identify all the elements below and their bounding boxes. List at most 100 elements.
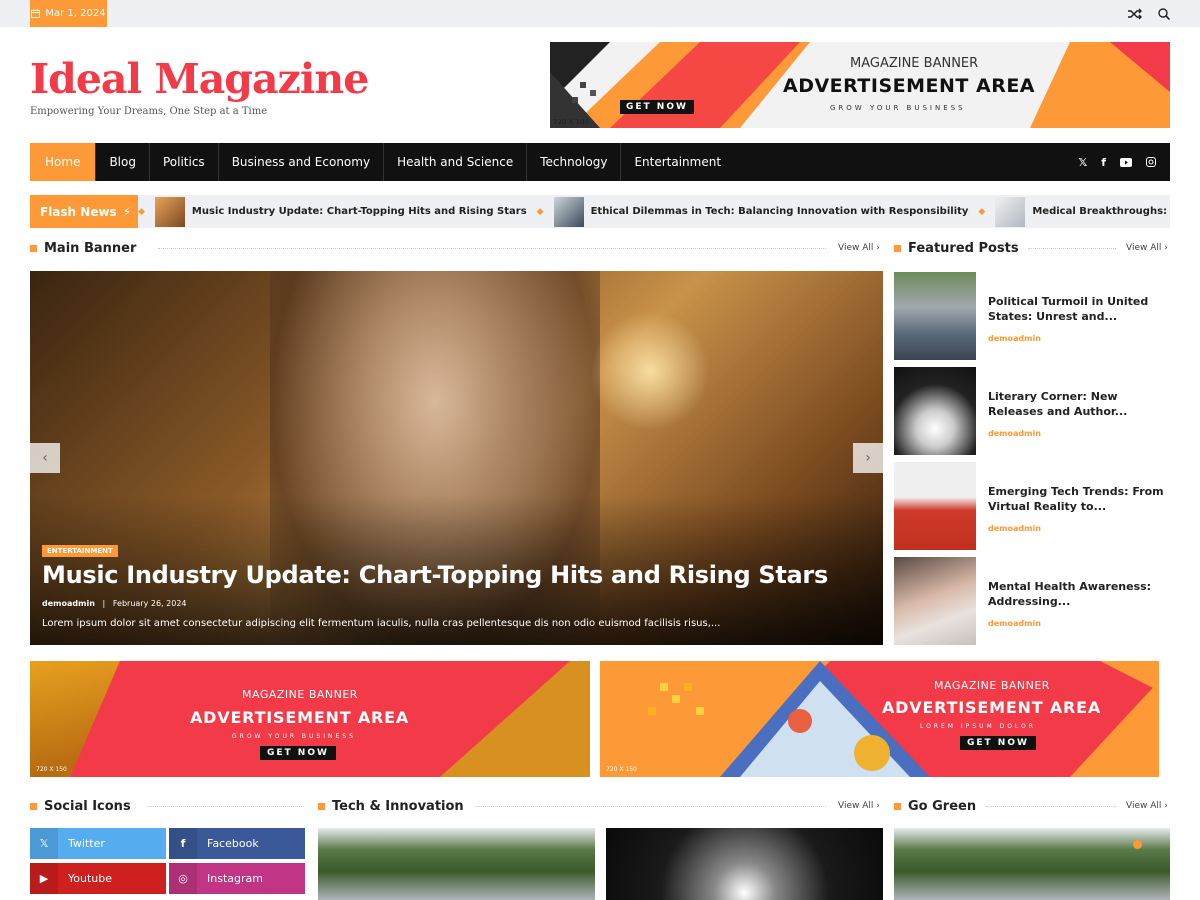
ad-size-label: 720 X 100 <box>553 118 589 126</box>
featured-post[interactable]: Mental Health Awareness: Addressing... d… <box>894 557 1170 645</box>
youtube-icon[interactable] <box>1120 157 1132 167</box>
flash-news-item[interactable]: Music Industry Update: Chart-Topping Hit… <box>154 196 527 227</box>
category-badge[interactable]: ENTERTAINMENT <box>42 545 118 557</box>
news-thumbnail <box>553 196 584 227</box>
ad-heading: ADVERTISEMENT AREA <box>783 75 1036 97</box>
flash-news-item[interactable]: Medical Breakthroughs: Re <box>995 196 1170 227</box>
ad-cta-button[interactable]: GET NOW <box>260 746 336 760</box>
banner-title[interactable]: Music Industry Update: Chart-Topping Hit… <box>42 561 828 589</box>
meta-separator: | <box>102 599 106 608</box>
banner-author[interactable]: demoadmin <box>42 599 95 608</box>
bullet-icon: ◆ <box>978 206 986 217</box>
tech-post-thumbnail[interactable] <box>318 828 595 900</box>
advertisement-banner-right[interactable]: MAGAZINE BANNER ADVERTISEMENT AREA LOREM… <box>600 661 1159 777</box>
social-button-label: Instagram <box>207 872 263 885</box>
current-date: Mar 1, 2024 <box>45 8 106 19</box>
nav-item-health-science[interactable]: Health and Science <box>384 143 528 181</box>
go-green-post-thumbnail[interactable] <box>894 828 1170 900</box>
nav-item-politics[interactable]: Politics <box>150 143 219 181</box>
flash-news-bar: Flash News ⚡ ◆ Music Industry Update: Ch… <box>30 195 1170 228</box>
slider-next-button[interactable]: › <box>853 443 883 473</box>
ad-size-label: 720 X 150 <box>606 766 637 773</box>
section-title-featured-posts: Featured Posts <box>894 241 1019 256</box>
section-marker <box>30 803 37 810</box>
view-all-link[interactable]: View All › <box>838 801 880 811</box>
flash-news-label: Flash News ⚡ <box>30 195 138 228</box>
chevron-right-icon: › <box>876 801 880 811</box>
section-divider <box>476 806 826 807</box>
banner-meta: demoadmin | February 26, 2024 <box>42 599 187 608</box>
section-title-text: Social Icons <box>44 799 131 814</box>
social-button-instagram[interactable]: ◎ Instagram <box>169 863 305 894</box>
site-tagline: Empowering Your Dreams, One Step at a Ti… <box>30 106 268 117</box>
section-title-text: Tech & Innovation <box>332 799 464 814</box>
date-badge: Mar 1, 2024 <box>30 0 107 27</box>
social-button-label: Youtube <box>68 872 112 885</box>
featured-title[interactable]: Literary Corner: New Releases and Author… <box>988 389 1170 419</box>
section-divider <box>158 248 826 249</box>
main-banner-slide[interactable]: ‹ › ENTERTAINMENT Music Industry Update:… <box>30 271 883 645</box>
slider-dot[interactable] <box>1133 840 1142 849</box>
nav-item-entertainment[interactable]: Entertainment <box>621 143 734 181</box>
facebook-icon[interactable]: f <box>1101 156 1106 169</box>
ad-artwork <box>600 661 1159 777</box>
slider-prev-button[interactable]: ‹ <box>30 443 60 473</box>
nav-item-blog[interactable]: Blog <box>96 143 150 181</box>
featured-post[interactable]: Emerging Tech Trends: From Virtual Reali… <box>894 462 1170 550</box>
ad-subheading: LOREM IPSUM DOLOR <box>920 723 1036 730</box>
section-title-tech-innovation: Tech & Innovation <box>318 799 464 814</box>
ad-heading-small: MAGAZINE BANNER <box>850 56 979 71</box>
advertisement-banner-left[interactable]: MAGAZINE BANNER ADVERTISEMENT AREA GROW … <box>30 661 590 777</box>
ad-subheading: GROW YOUR BUSINESS <box>830 104 966 112</box>
calendar-icon <box>31 9 41 18</box>
featured-author[interactable]: demoadmin <box>988 334 1041 343</box>
bullet-icon: ◆ <box>138 206 145 217</box>
ad-subheading: GROW YOUR BUSINESS <box>232 733 356 740</box>
featured-post[interactable]: Literary Corner: New Releases and Author… <box>894 367 1170 455</box>
x-icon[interactable]: 𝕏 <box>1078 156 1087 169</box>
featured-title[interactable]: Emerging Tech Trends: From Virtual Reali… <box>988 484 1170 514</box>
light-flare <box>590 311 710 431</box>
tech-post-thumbnail[interactable] <box>606 828 883 900</box>
instagram-icon[interactable] <box>1146 157 1156 167</box>
featured-thumbnail <box>894 272 976 360</box>
ad-cta-button[interactable]: GET NOW <box>960 736 1036 750</box>
social-button-youtube[interactable]: ▶ Youtube <box>30 863 166 894</box>
section-marker <box>894 803 901 810</box>
ad-cta-button[interactable]: GET NOW <box>620 100 694 114</box>
view-all-text: View All <box>838 801 874 811</box>
section-marker <box>318 803 325 810</box>
view-all-link[interactable]: View All › <box>1126 801 1168 811</box>
shuffle-icon[interactable] <box>1128 8 1142 20</box>
main-navigation: Home Blog Politics Business and Economy … <box>30 143 1170 181</box>
featured-thumbnail <box>894 367 976 455</box>
featured-author[interactable]: demoadmin <box>988 619 1041 628</box>
featured-title[interactable]: Mental Health Awareness: Addressing... <box>988 579 1170 609</box>
featured-thumbnail <box>894 557 976 645</box>
chevron-right-icon: › <box>1164 243 1168 253</box>
nav-item-business-economy[interactable]: Business and Economy <box>219 143 385 181</box>
view-all-link[interactable]: View All › <box>838 243 880 253</box>
nav-item-home[interactable]: Home <box>30 143 97 181</box>
section-divider <box>148 806 304 807</box>
featured-author[interactable]: demoadmin <box>988 524 1041 533</box>
social-button-facebook[interactable]: f Facebook <box>169 828 305 859</box>
ad-size-label: 720 X 150 <box>36 766 67 773</box>
flash-news-title: Music Industry Update: Chart-Topping Hit… <box>191 206 527 217</box>
social-button-twitter[interactable]: 𝕏 Twitter <box>30 828 166 859</box>
banner-excerpt: Lorem ipsum dolor sit amet consectetur a… <box>42 618 721 629</box>
search-icon[interactable] <box>1158 7 1170 20</box>
youtube-icon: ▶ <box>30 863 58 894</box>
section-title-text: Main Banner <box>44 241 137 256</box>
featured-author[interactable]: demoadmin <box>988 429 1041 438</box>
nav-item-technology[interactable]: Technology <box>527 143 622 181</box>
featured-post[interactable]: Political Turmoil in United States: Unre… <box>894 272 1170 360</box>
banner-date: February 26, 2024 <box>112 599 187 608</box>
flash-news-item[interactable]: Ethical Dilemmas in Tech: Balancing Inno… <box>553 196 968 227</box>
site-title[interactable]: Ideal Magazine <box>30 55 369 103</box>
view-all-link[interactable]: View All › <box>1126 243 1168 253</box>
section-title-main-banner: Main Banner <box>30 241 136 256</box>
bullet-icon: ◆ <box>536 206 544 217</box>
header-advertisement[interactable]: MAGAZINE BANNER ADVERTISEMENT AREA GROW … <box>550 42 1170 128</box>
featured-title[interactable]: Political Turmoil in United States: Unre… <box>988 294 1170 324</box>
